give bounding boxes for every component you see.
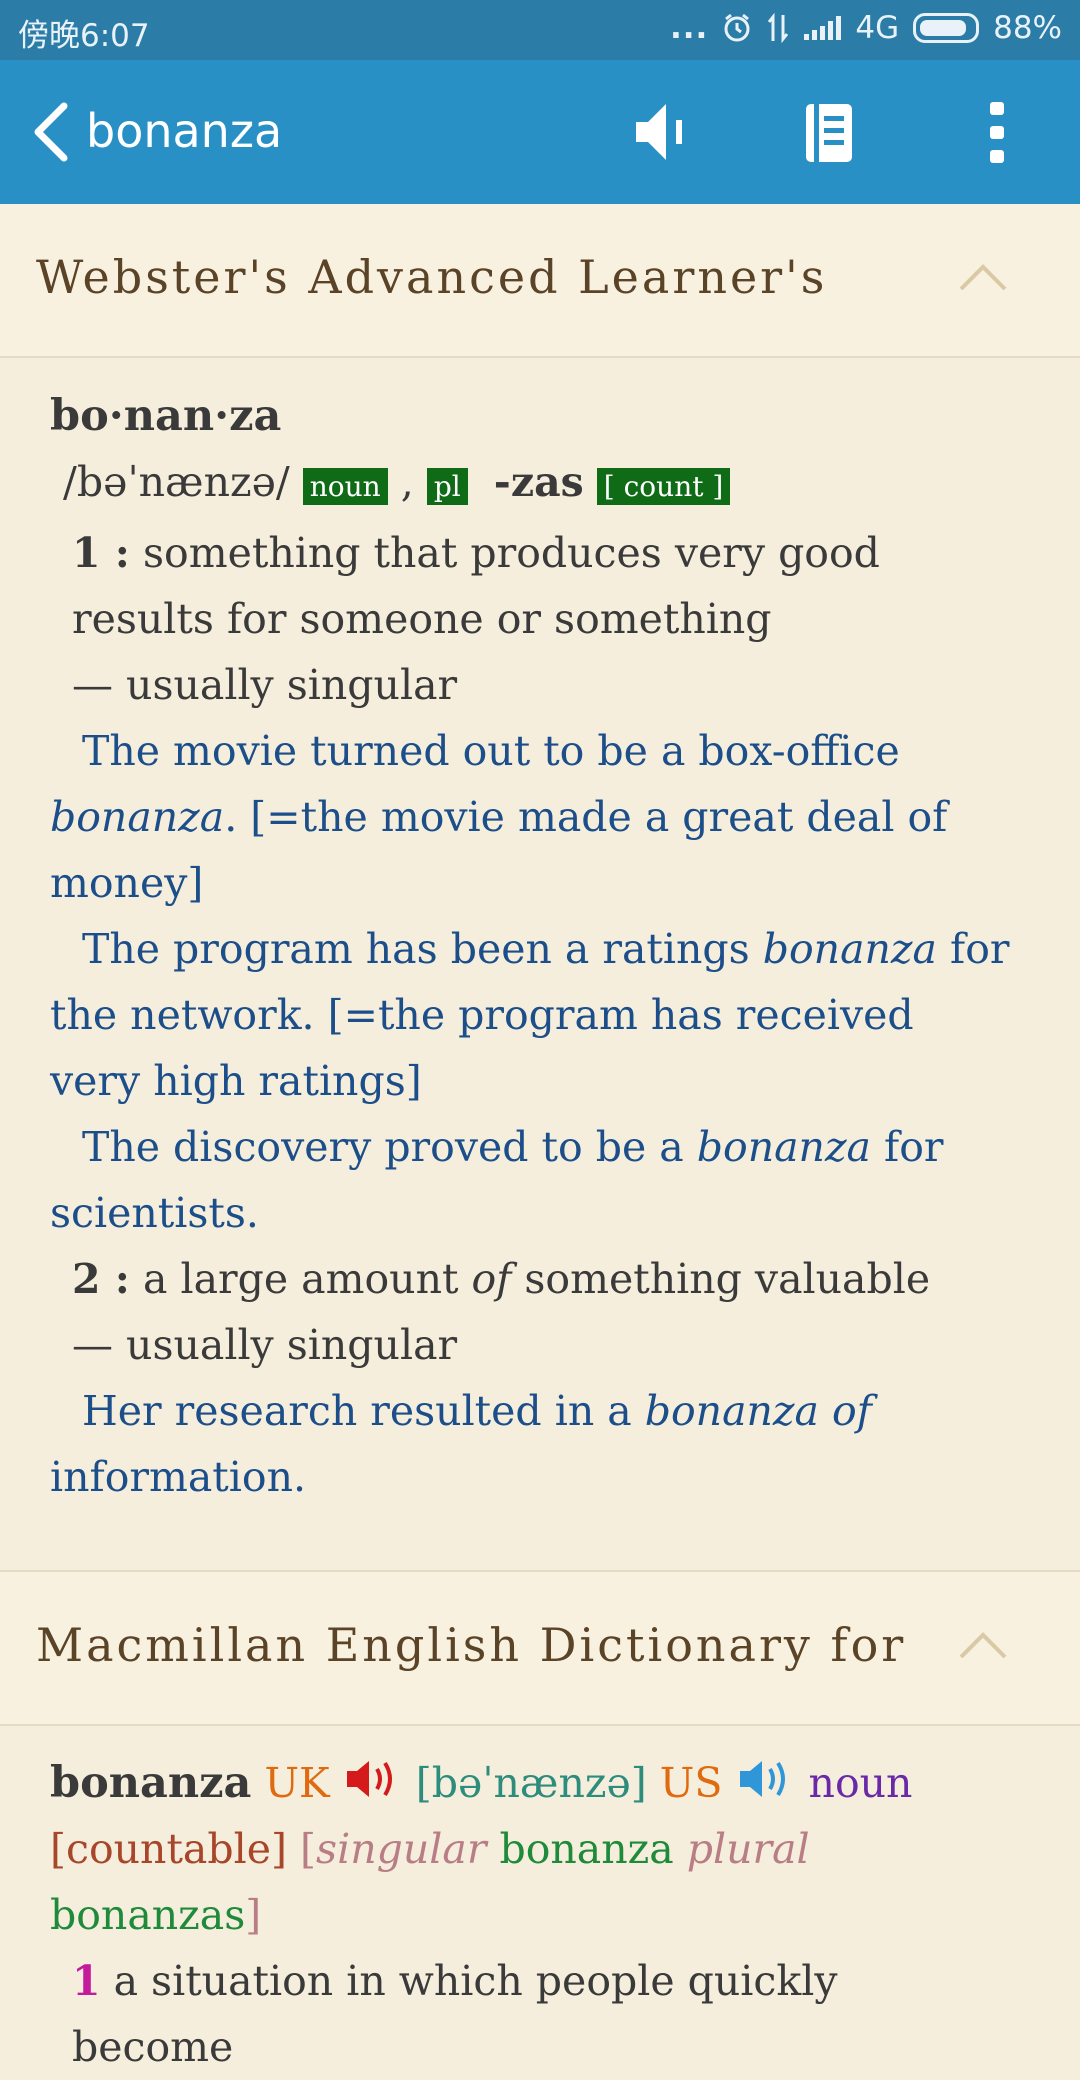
macmillan-entry: bonanza UK [bəˈnænzə] US noun [countable…	[50, 1750, 1010, 2080]
webster-section-title: Webster's Advanced Learner's	[36, 250, 828, 304]
us-audio-icon[interactable]	[736, 1757, 796, 1801]
headword: bonanza	[50, 1758, 252, 1808]
status-icons: ... 4G 88%	[670, 10, 1062, 46]
grammar-line: [countable] [singular bonanza plural bon…	[50, 1825, 810, 1939]
more-icon[interactable]	[960, 96, 1032, 168]
sense-definition: something that produces very good result…	[72, 529, 880, 643]
notification-dots: ...	[670, 10, 709, 46]
example-sentence: Her research resulted in a bonanza of in…	[50, 1387, 872, 1501]
battery-percent: 88%	[993, 10, 1062, 46]
webster-entry: bo·nan·za /bəˈnænzə/ noun , pl -zas [ co…	[50, 383, 1010, 1510]
macmillan-section-title: Macmillan English Dictionary for	[36, 1618, 907, 1672]
example-sentence: The discovery proved to be a bonanza for…	[50, 1123, 944, 1237]
count-tag: [ count ]	[596, 468, 731, 505]
collapse-chevron-icon[interactable]	[958, 1630, 1008, 1660]
speaker-icon[interactable]	[626, 96, 698, 168]
pos-tag: noun	[302, 468, 388, 505]
countable-label: [countable]	[50, 1825, 287, 1873]
data-transfer-icon	[768, 13, 789, 43]
uk-audio-icon[interactable]	[343, 1757, 403, 1801]
app-bar: bonanza	[0, 60, 1080, 204]
pronunciation-line: /bəˈnænzə/ noun , pl -zas [ count ]	[50, 449, 1010, 520]
webster-section-header[interactable]: Webster's Advanced Learner's	[0, 204, 1080, 358]
pos-label: noun	[808, 1759, 913, 1807]
alarm-icon	[724, 13, 750, 42]
list-icon[interactable]	[792, 96, 864, 168]
headword: bo·nan·za	[50, 391, 282, 441]
sense-definition: a situation in which people quickly beco…	[72, 1957, 838, 2071]
collapse-chevron-icon[interactable]	[958, 262, 1008, 292]
headword-line: bonanza UK [bəˈnænzə] US noun	[50, 1750, 1010, 1816]
sense-1: 1 a situation in which people quickly be…	[50, 1948, 1010, 2080]
status-bar: 傍晚6:07 ... 4G 88%	[0, 0, 1080, 60]
example-sentence: The program has been a ratings bonanza f…	[50, 925, 1010, 1105]
comma: ,	[400, 458, 414, 506]
sense-number: 1	[72, 1957, 101, 2005]
pronunciation: /bəˈnænzə/	[63, 458, 290, 506]
app-title: bonanza	[86, 104, 283, 158]
battery-icon	[913, 13, 980, 43]
sense-2: 2 : a large amount of something valuable	[72, 1255, 931, 1303]
usage-note: — usually singular	[72, 661, 458, 709]
plural-form: -zas	[493, 458, 584, 506]
back-icon[interactable]	[28, 100, 72, 164]
signal-icon	[804, 16, 842, 40]
uk-pronunciation: [bəˈnænzə]	[415, 1759, 647, 1807]
status-time: 傍晚6:07	[18, 18, 150, 54]
macmillan-section-header[interactable]: Macmillan English Dictionary for	[0, 1570, 1080, 1726]
example-sentence: The movie turned out to be a box-office …	[50, 727, 948, 907]
usage-note: — usually singular	[72, 1321, 458, 1369]
us-label: US	[659, 1759, 723, 1807]
uk-label: UK	[264, 1759, 330, 1807]
sense-number: 1 :	[72, 529, 130, 577]
plural-tag: pl	[426, 468, 468, 505]
sense-1: 1 : something that produces very good re…	[50, 520, 1010, 652]
network-type: 4G	[855, 10, 900, 46]
sense-number: 2 :	[72, 1255, 130, 1303]
